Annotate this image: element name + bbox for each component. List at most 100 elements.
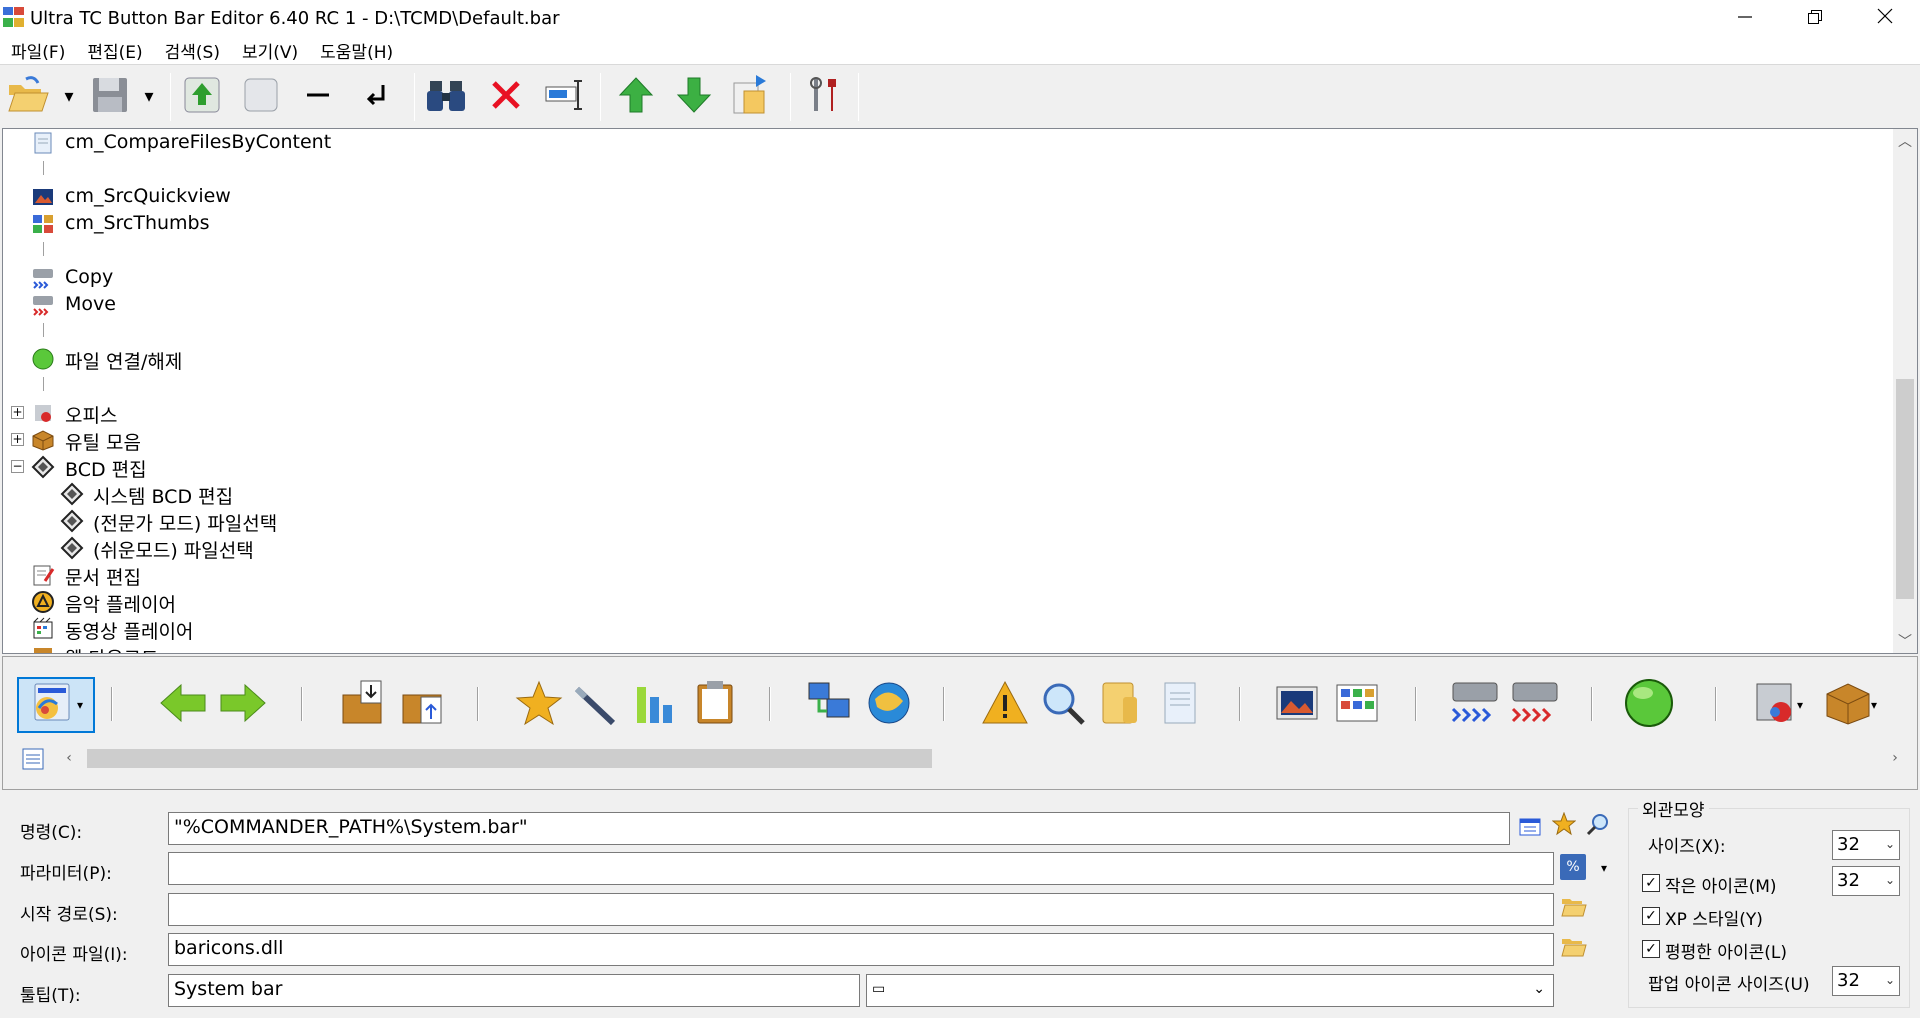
preview-network-button[interactable] — [801, 677, 857, 733]
menu-edit[interactable]: 편집(E) — [76, 36, 153, 64]
minimize-button[interactable] — [1710, 0, 1780, 36]
command-search-button[interactable] — [1584, 812, 1612, 840]
small-icons-checkbox[interactable]: ✓ — [1642, 874, 1660, 892]
find-button[interactable] — [420, 71, 472, 123]
preview-document-button[interactable] — [1153, 677, 1209, 733]
startpath-browse-button[interactable] — [1560, 894, 1588, 922]
tree-vertical-scrollbar[interactable]: ︿ ﹀ — [1893, 129, 1917, 653]
scrollbar-thumb[interactable] — [87, 749, 932, 768]
bar-chart-icon — [631, 679, 679, 732]
preview-chart-button[interactable] — [627, 677, 683, 733]
menu-file[interactable]: 파일(F) — [0, 36, 76, 64]
tree-item[interactable]: 동영상 플레이어 — [3, 615, 1883, 643]
param-placeholder-button[interactable]: % — [1560, 854, 1586, 880]
tree-item[interactable]: cm_SrcThumbs — [3, 210, 1883, 237]
open-button[interactable] — [2, 71, 54, 123]
preview-wand-button[interactable] — [567, 677, 623, 733]
preview-back-button[interactable] — [155, 677, 211, 733]
scroll-up-arrow[interactable]: ︿ — [1893, 129, 1917, 153]
move-up-button[interactable] — [610, 71, 662, 123]
preview-thumbs-button[interactable] — [1329, 677, 1385, 733]
insert-linebreak-button[interactable] — [350, 71, 402, 123]
command-favorite-button[interactable] — [1550, 811, 1578, 840]
tree-item[interactable]: cm_CompareFilesByContent — [3, 129, 1883, 156]
preview-clipboard-button[interactable] — [687, 677, 743, 733]
preview-system-bar-button[interactable]: ▾ — [17, 677, 95, 733]
preview-associate-button[interactable] — [1621, 677, 1677, 733]
close-button[interactable] — [1850, 0, 1920, 36]
size-combo[interactable]: 32 ⌄ — [1832, 830, 1900, 860]
tree-item[interactable]: 음악 플레이어 — [3, 588, 1883, 616]
move-down-button[interactable] — [668, 71, 720, 123]
tools-icon — [804, 75, 844, 120]
open-dropdown[interactable]: ▾ — [62, 86, 76, 107]
insert-button[interactable] — [176, 71, 228, 123]
button-tree[interactable]: cm_CompareFilesByContent cm_SrcQuickview… — [2, 128, 1918, 654]
folder-icon — [1097, 679, 1145, 732]
preview-warning-button[interactable] — [977, 677, 1033, 733]
preview-folder-button[interactable] — [1093, 677, 1149, 733]
preview-favorites-button[interactable] — [511, 677, 567, 733]
tree-item[interactable]: 시스템 BCD 편집 — [3, 480, 1883, 508]
save-dropdown[interactable]: ▾ — [142, 86, 156, 107]
tree-item[interactable]: − BCD 편집 — [3, 453, 1883, 481]
popup-size-combo[interactable]: 32 ⌄ — [1832, 966, 1900, 996]
param-dropdown[interactable]: ▾ — [1590, 854, 1618, 882]
preview-pack-button[interactable] — [335, 677, 391, 733]
tree-item[interactable]: + 유틸 모음 — [3, 426, 1883, 454]
tree-item[interactable]: 파일 연결/해제 — [3, 345, 1883, 373]
small-icons-size-combo[interactable]: 32 ⌄ — [1832, 866, 1900, 896]
tree-item[interactable]: (전문가 모드) 파일선택 — [3, 507, 1883, 535]
expand-toggle[interactable]: + — [11, 433, 24, 446]
preview-unpack-button[interactable] — [395, 677, 451, 733]
tree-item[interactable]: 문서 편집 — [3, 561, 1883, 589]
preview-move-button[interactable] — [1507, 677, 1563, 733]
preview-forward-button[interactable] — [215, 677, 271, 733]
preview-copy-button[interactable] — [1447, 677, 1503, 733]
iconfile-browse-button[interactable] — [1560, 934, 1588, 962]
delete-button[interactable] — [480, 71, 532, 123]
tree-item[interactable]: 웹 다운로드 — [3, 642, 1883, 653]
tree-item[interactable]: cm_SrcQuickview — [3, 183, 1883, 210]
preview-office-button[interactable]: ▾ — [1743, 677, 1811, 733]
tree-item-label: 오피스 — [65, 405, 118, 427]
collapse-toggle[interactable]: − — [11, 460, 24, 473]
scrollbar-thumb[interactable] — [1896, 379, 1914, 599]
preview-horizontal-scrollbar[interactable]: ‹ › — [57, 745, 1907, 771]
xp-style-checkbox[interactable]: ✓ — [1642, 907, 1660, 925]
restore-button[interactable] — [1780, 0, 1850, 36]
save-button[interactable] — [84, 71, 136, 123]
command-browse-button[interactable] — [1516, 814, 1544, 842]
preview-quickview-button[interactable] — [1269, 677, 1325, 733]
tree-item[interactable]: Move — [3, 291, 1883, 318]
tree-item[interactable]: Copy — [3, 264, 1883, 291]
app-icon[interactable] — [2, 6, 26, 30]
settings-button[interactable] — [798, 71, 850, 123]
box-icon — [1825, 680, 1871, 731]
scroll-down-arrow[interactable]: ﹀ — [1893, 629, 1917, 653]
insert-blank-button[interactable] — [235, 71, 287, 123]
preview-utils-button[interactable]: ▾ — [1817, 677, 1885, 733]
insert-separator-button[interactable] — [292, 71, 344, 123]
startpath-input[interactable] — [168, 893, 1554, 926]
tooltip-hotkey-combo[interactable]: ▭ ⌄ — [866, 974, 1554, 1007]
menu-view[interactable]: 보기(V) — [231, 36, 309, 64]
scroll-right-arrow[interactable]: › — [1883, 746, 1907, 770]
tree-item-label: (전문가 모드) 파일선택 — [93, 513, 278, 535]
preview-search-button[interactable] — [1035, 677, 1091, 733]
command-input[interactable]: "%COMMANDER_PATH%\System.bar" — [168, 812, 1510, 845]
list-view-button[interactable] — [21, 747, 45, 771]
expand-toggle[interactable]: + — [11, 406, 24, 419]
menu-search[interactable]: 검색(S) — [154, 36, 231, 64]
tree-item[interactable]: + 오피스 — [3, 399, 1883, 427]
paste-button[interactable] — [726, 71, 778, 123]
tooltip-input[interactable]: System bar — [168, 974, 860, 1007]
iconfile-input[interactable]: baricons.dll — [168, 933, 1554, 966]
preview-web-button[interactable] — [861, 677, 917, 733]
tree-item[interactable]: (쉬운모드) 파일선택 — [3, 534, 1883, 562]
scroll-left-arrow[interactable]: ‹ — [57, 746, 81, 770]
params-input[interactable] — [168, 852, 1554, 885]
flat-icons-checkbox[interactable]: ✓ — [1642, 940, 1660, 958]
rename-button[interactable] — [538, 71, 590, 123]
menu-help[interactable]: 도움말(H) — [309, 36, 404, 64]
